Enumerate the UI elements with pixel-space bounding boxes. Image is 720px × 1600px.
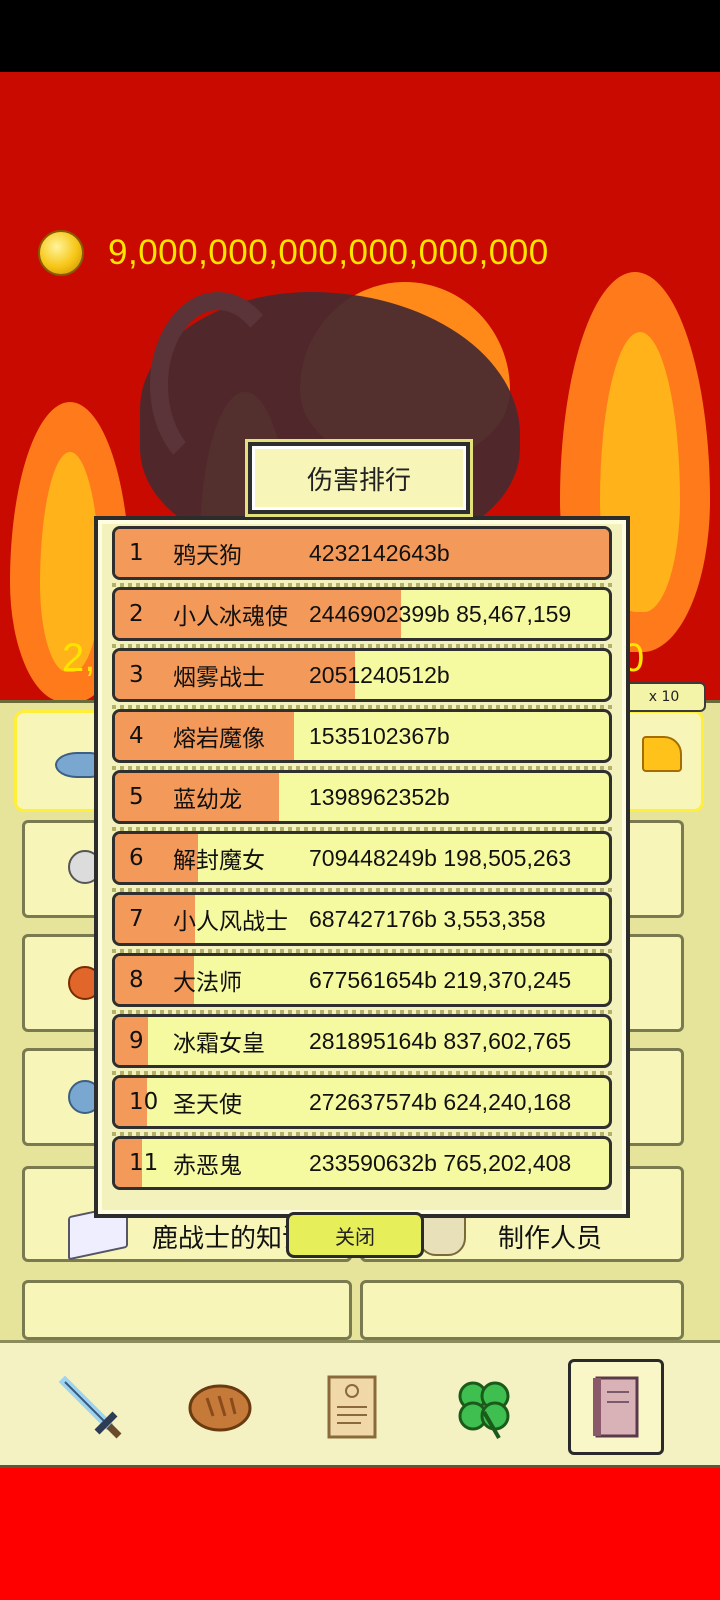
nav-clover-button[interactable] xyxy=(436,1359,532,1455)
ranking-row: 11 赤恶鬼 233590632b 765,202,408 xyxy=(112,1136,612,1190)
ranking-dialog: 1 鸦天狗 4232142643b 2 小人冰魂使 2446902399b 85… xyxy=(94,516,630,1218)
coin-amount: 9,000,000,000,000,000,000 xyxy=(108,233,549,272)
damage-value: 1535102367b xyxy=(309,722,450,749)
shop-card[interactable] xyxy=(360,1280,684,1340)
damage-value: 677561654b 219,370,245 xyxy=(309,966,572,993)
rank-number: 7 xyxy=(129,906,144,932)
ranking-row: 10 圣天使 272637574b 624,240,168 xyxy=(112,1075,612,1129)
damage-readout-left: 2, xyxy=(62,636,96,680)
bottom-background xyxy=(0,1468,720,1600)
rank-number: 11 xyxy=(129,1150,159,1176)
unit-name: 小人风战士 xyxy=(173,909,288,935)
unit-name: 大法师 xyxy=(173,970,242,996)
damage-value: 687427176b 3,553,358 xyxy=(309,905,546,932)
nav-sword-button[interactable] xyxy=(42,1359,138,1455)
coin-counter: 9,000,000,000,000,000,000 xyxy=(38,228,549,278)
ranking-row: 8 大法师 677561654b 219,370,245 xyxy=(112,953,612,1007)
rank-number: 10 xyxy=(129,1089,159,1115)
status-bar xyxy=(0,0,720,72)
ranking-row: 7 小人风战士 687427176b 3,553,358 xyxy=(112,892,612,946)
ranking-title: 伤害排行 xyxy=(248,442,470,514)
damage-value: 4232142643b xyxy=(309,539,450,566)
coin-icon xyxy=(38,230,84,276)
unit-name: 熔岩魔像 xyxy=(173,726,265,752)
ranking-row: 3 烟雾战士 2051240512b xyxy=(112,648,612,702)
unit-name: 蓝幼龙 xyxy=(173,787,242,813)
nav-book-button[interactable] xyxy=(568,1359,664,1455)
bread-icon xyxy=(188,1384,252,1432)
fish-icon xyxy=(55,752,99,778)
damage-value: 1398962352b xyxy=(309,783,450,810)
scroll-icon xyxy=(327,1375,377,1439)
unit-name: 鸦天狗 xyxy=(173,543,242,569)
rank-number: 2 xyxy=(129,601,144,627)
clover-icon xyxy=(458,1381,510,1439)
rank-number: 5 xyxy=(129,784,144,810)
unit-name: 解封魔女 xyxy=(173,848,265,874)
unit-name: 冰霜女皇 xyxy=(173,1031,265,1057)
rank-number: 9 xyxy=(129,1028,144,1054)
rank-number: 4 xyxy=(129,723,144,749)
credits-label: 制作人员 xyxy=(498,1224,603,1254)
shop-card[interactable] xyxy=(22,1280,352,1340)
damage-value: 709448249b 198,505,263 xyxy=(309,844,572,871)
book-icon xyxy=(593,1376,639,1438)
ranking-row: 5 蓝幼龙 1398962352b xyxy=(112,770,612,824)
damage-value: 2051240512b xyxy=(309,661,450,688)
nav-bread-button[interactable] xyxy=(172,1359,268,1455)
damage-value: 233590632b 765,202,408 xyxy=(309,1149,572,1176)
unit-name: 小人冰魂使 xyxy=(173,604,288,630)
ranking-row: 1 鸦天狗 4232142643b xyxy=(112,526,612,580)
ranking-row: 9 冰霜女皇 281895164b 837,602,765 xyxy=(112,1014,612,1068)
rank-number: 1 xyxy=(129,540,144,566)
nav-scroll-button[interactable] xyxy=(304,1359,400,1455)
sword-icon xyxy=(58,1375,122,1439)
knowledge-label: 鹿战士的知识 xyxy=(152,1224,309,1254)
rank-number: 3 xyxy=(129,662,144,688)
unit-name: 烟雾战士 xyxy=(173,665,265,691)
damage-value: 2446902399b 85,467,159 xyxy=(309,600,572,627)
unit-name: 赤恶鬼 xyxy=(173,1153,242,1179)
unit-name: 圣天使 xyxy=(173,1092,242,1118)
ranking-row: 2 小人冰魂使 2446902399b 85,467,159 xyxy=(112,587,612,641)
cup-icon xyxy=(418,1212,466,1256)
rank-number: 6 xyxy=(129,845,144,871)
multiplier-button[interactable]: x 10 xyxy=(622,682,706,712)
damage-value: 281895164b 837,602,765 xyxy=(309,1027,572,1054)
rank-number: 8 xyxy=(129,967,144,993)
close-button[interactable]: 关闭 xyxy=(286,1212,424,1258)
bottom-nav xyxy=(0,1340,720,1468)
ranking-row: 6 解封魔女 709448249b 198,505,263 xyxy=(112,831,612,885)
ranking-row: 4 熔岩魔像 1535102367b xyxy=(112,709,612,763)
damage-value: 272637574b 624,240,168 xyxy=(309,1088,572,1115)
cheese-icon xyxy=(642,736,682,772)
